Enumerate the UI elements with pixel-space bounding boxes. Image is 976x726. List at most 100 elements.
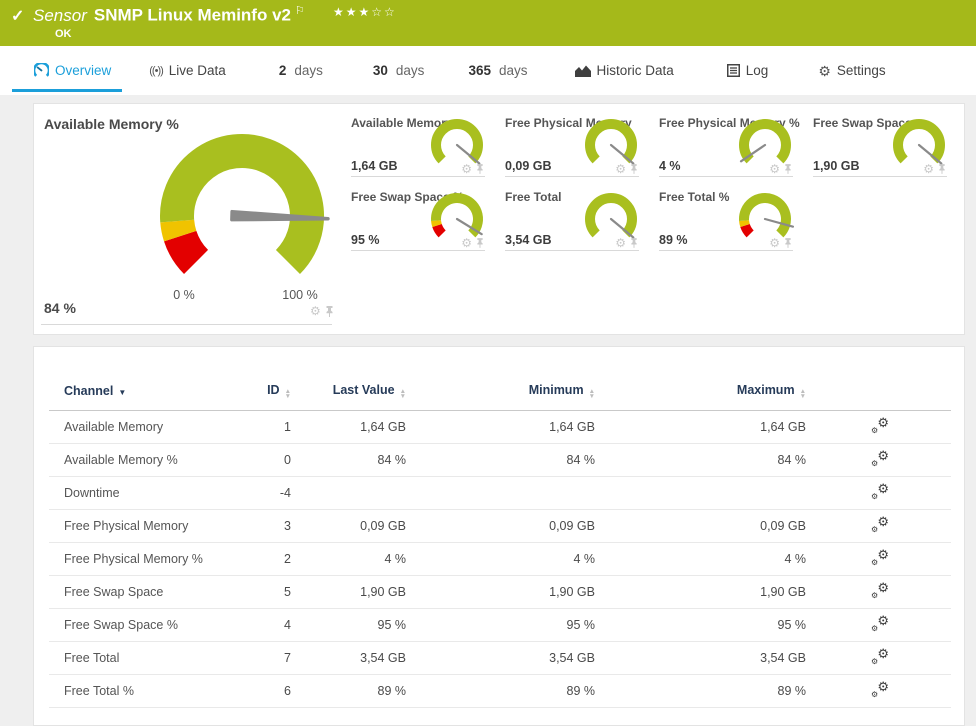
mini-gauge-cell: Free Swap Space 1,90 GB ⚙ [813, 116, 947, 177]
sensor-status-bar: ✓ Sensor SNMP Linux Meminfo v2 ⚐ ★★★☆☆ OK [0, 0, 976, 46]
channel-actions-cell: ⚙ ⚙ [814, 674, 951, 708]
table-row[interactable]: Available Memory 1 1,64 GB 1,64 GB 1,64 … [49, 410, 951, 444]
maximum-cell: 4 % [603, 542, 814, 576]
main-gauge[interactable] [130, 112, 354, 302]
table-row[interactable]: Downtime -4 ⚙ ⚙ [49, 476, 951, 510]
gauge-settings-icon[interactable]: ⚙ [461, 163, 472, 175]
minimum-cell: 84 % [414, 443, 603, 477]
pin-icon[interactable] [325, 305, 334, 317]
table-row[interactable]: Free Total 7 3,54 GB 3,54 GB 3,54 GB ⚙ ⚙ [49, 641, 951, 675]
tab-live-data[interactable]: ((•)) Live Data [149, 46, 226, 95]
column-header-channel[interactable]: Channel ▼ [49, 377, 239, 411]
table-row[interactable]: Free Swap Space 5 1,90 GB 1,90 GB 1,90 G… [49, 575, 951, 609]
tab-2-days[interactable]: 2 days [279, 46, 323, 95]
pin-icon[interactable] [784, 238, 792, 248]
page-title[interactable]: SNMP Linux Meminfo v2 [94, 6, 291, 25]
channel-settings-icon[interactable]: ⚙ ⚙ [871, 514, 889, 534]
channel-settings-icon[interactable]: ⚙ ⚙ [871, 679, 889, 699]
gauge-tab-icon [34, 63, 49, 78]
channel-actions-cell: ⚙ ⚙ [814, 575, 951, 609]
channel-id-cell: 7 [239, 641, 299, 675]
column-header-last-value[interactable]: Last Value ▲ ▼ [299, 377, 414, 411]
mini-gauge-cell: Free Total % 89 % ⚙ [659, 190, 794, 251]
channel-name-cell[interactable]: Available Memory % [49, 443, 239, 477]
tab-live-data-label: Live Data [168, 63, 226, 78]
gauge-settings-icon[interactable]: ⚙ [461, 237, 472, 249]
gauge-settings-icon[interactable]: ⚙ [923, 163, 934, 175]
channel-settings-icon[interactable]: ⚙ ⚙ [871, 415, 889, 435]
channel-actions-cell: ⚙ ⚙ [814, 542, 951, 576]
table-row[interactable]: Free Physical Memory % 2 4 % 4 % 4 % ⚙ ⚙ [49, 542, 951, 576]
gauge-settings-icon[interactable]: ⚙ [310, 305, 321, 317]
mini-gauge-actions: ⚙ [615, 163, 638, 175]
pin-icon[interactable] [630, 164, 638, 174]
channel-id-cell: 6 [239, 674, 299, 708]
channel-name-cell[interactable]: Free Physical Memory [49, 509, 239, 543]
main-gauge-divider [41, 324, 332, 325]
channel-settings-icon[interactable]: ⚙ ⚙ [871, 580, 889, 600]
maximum-cell: 3,54 GB [603, 641, 814, 675]
channel-table: Channel ▼ ID ▲ ▼ Last Value ▲ ▼ Minimum ▲ ▼ Max… [49, 377, 951, 708]
tab-overview[interactable]: Overview [11, 46, 123, 95]
table-row[interactable]: Free Total % 6 89 % 89 % 89 % ⚙ ⚙ [49, 674, 951, 708]
pin-icon[interactable] [476, 238, 484, 248]
channel-settings-icon[interactable]: ⚙ ⚙ [871, 481, 889, 501]
tab-2-days-number: 2 [278, 63, 287, 78]
maximum-cell: 95 % [603, 608, 814, 642]
tab-30-days-label: days [395, 63, 425, 78]
channel-actions-cell: ⚙ ⚙ [814, 641, 951, 675]
channel-name-cell[interactable]: Free Swap Space [49, 575, 239, 609]
mini-gauge-value: 1,90 GB [813, 159, 860, 173]
minimum-cell: 1,64 GB [414, 410, 603, 444]
column-header-maximum[interactable]: Maximum ▲ ▼ [603, 377, 814, 411]
tab-settings[interactable]: ⚙ Settings [818, 46, 885, 95]
gauge-settings-icon[interactable]: ⚙ [615, 237, 626, 249]
gauge-settings-icon[interactable]: ⚙ [615, 163, 626, 175]
column-header-minimum[interactable]: Minimum ▲ ▼ [414, 377, 603, 411]
channel-settings-icon[interactable]: ⚙ ⚙ [871, 613, 889, 633]
last-value-cell: 4 % [299, 542, 414, 576]
channel-settings-icon[interactable]: ⚙ ⚙ [871, 646, 889, 666]
pin-icon[interactable] [784, 164, 792, 174]
gauge-settings-icon[interactable]: ⚙ [769, 237, 780, 249]
table-row[interactable]: Free Physical Memory 3 0,09 GB 0,09 GB 0… [49, 509, 951, 543]
channel-id-cell: -4 [239, 476, 299, 510]
channel-name-cell[interactable]: Free Total [49, 641, 239, 675]
channel-id-cell: 0 [239, 443, 299, 477]
last-value-cell [299, 476, 414, 510]
tab-historic-data[interactable]: Historic Data [574, 46, 674, 95]
flag-icon[interactable]: ⚐ [295, 5, 305, 17]
last-value-cell: 95 % [299, 608, 414, 642]
channel-settings-icon[interactable]: ⚙ ⚙ [871, 448, 889, 468]
column-header-id[interactable]: ID ▲ ▼ [239, 377, 299, 411]
sort-toggle-icon: ▲ ▼ [799, 388, 806, 400]
table-header-row: Channel ▼ ID ▲ ▼ Last Value ▲ ▼ Minimum ▲ ▼ Max… [49, 377, 951, 411]
table-row[interactable]: Free Swap Space % 4 95 % 95 % 95 % ⚙ ⚙ [49, 608, 951, 642]
channel-name-cell[interactable]: Free Total % [49, 674, 239, 708]
tab-log[interactable]: Log [726, 46, 768, 95]
channel-settings-icon[interactable]: ⚙ ⚙ [871, 547, 889, 567]
pin-icon[interactable] [476, 164, 484, 174]
channel-id-cell: 3 [239, 509, 299, 543]
gauge-settings-icon[interactable]: ⚙ [769, 163, 780, 175]
pin-icon[interactable] [938, 164, 946, 174]
priority-stars[interactable]: ★★★☆☆ [333, 5, 397, 19]
channel-id-cell: 4 [239, 608, 299, 642]
mini-gauge-grid: Available Memory 1,64 GB ⚙ Free Physical… [351, 116, 947, 251]
tab-365-days-label: days [498, 63, 528, 78]
mini-gauge-actions: ⚙ [769, 163, 792, 175]
tab-30-days[interactable]: 30 days [373, 46, 425, 95]
mini-gauge-cell: Free Physical Memory % 4 % ⚙ [659, 116, 800, 177]
tab-365-days[interactable]: 365 days [468, 46, 527, 95]
channel-id-cell: 5 [239, 575, 299, 609]
channel-name-cell[interactable]: Downtime [49, 476, 239, 510]
channel-actions-cell: ⚙ ⚙ [814, 608, 951, 642]
channel-name-cell[interactable]: Free Swap Space % [49, 608, 239, 642]
table-row[interactable]: Available Memory % 0 84 % 84 % 84 % ⚙ ⚙ [49, 443, 951, 477]
sensor-title-line: Sensor SNMP Linux Meminfo v2 ⚐ [33, 4, 305, 26]
channel-actions-cell: ⚙ ⚙ [814, 476, 951, 510]
channel-name-cell[interactable]: Free Physical Memory % [49, 542, 239, 576]
last-value-cell: 3,54 GB [299, 641, 414, 675]
channel-name-cell[interactable]: Available Memory [49, 410, 239, 444]
pin-icon[interactable] [630, 238, 638, 248]
